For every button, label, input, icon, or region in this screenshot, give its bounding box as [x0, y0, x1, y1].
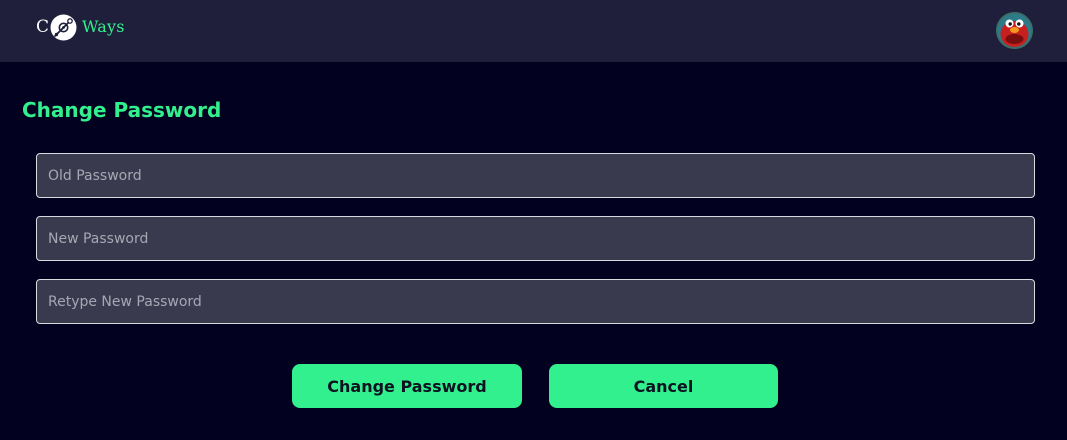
old-password-field[interactable]	[36, 153, 1035, 198]
app-root: C Ways Change Password Change Password C…	[0, 0, 1067, 440]
user-avatar[interactable]	[996, 12, 1033, 49]
cancel-button[interactable]: Cancel	[549, 364, 778, 408]
brand-logo[interactable]: C Ways	[36, 12, 125, 42]
logo-letter: C	[36, 16, 50, 37]
top-navbar: C Ways	[0, 0, 1067, 62]
change-password-button[interactable]: Change Password	[292, 364, 522, 408]
page-title: Change Password	[22, 98, 222, 122]
retype-password-field[interactable]	[36, 279, 1035, 324]
new-password-field[interactable]	[36, 216, 1035, 261]
logo-text: Ways	[82, 17, 125, 36]
disc-icon	[50, 14, 77, 41]
